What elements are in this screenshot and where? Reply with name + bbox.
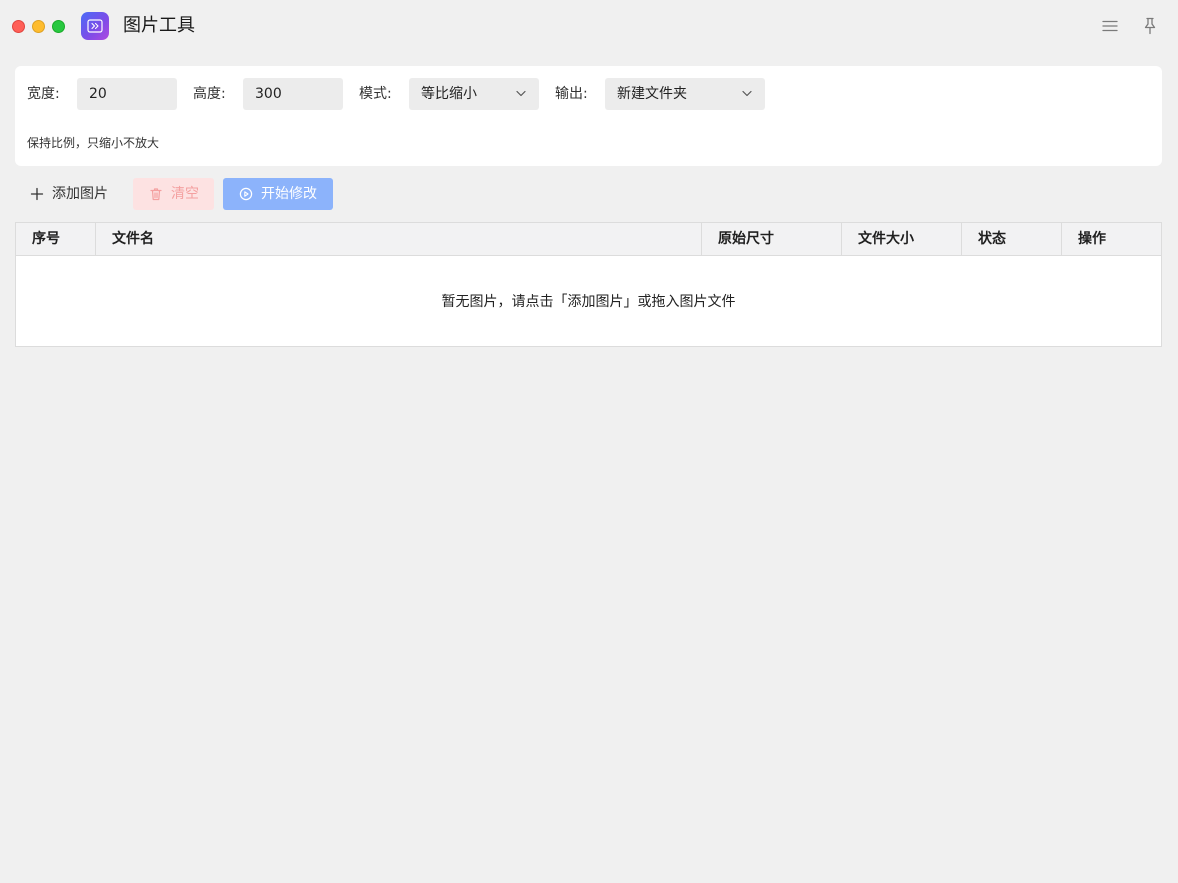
mode-hint-text: 保持比例，只缩小不放大 bbox=[27, 136, 160, 150]
mode-label: 模式: bbox=[359, 86, 392, 102]
height-input[interactable]: 300 bbox=[243, 78, 343, 110]
clear-label: 清空 bbox=[171, 186, 199, 202]
app-logo-icon bbox=[81, 12, 109, 40]
table-header: 序号 文件名 原始尺寸 文件大小 状态 操作 bbox=[16, 223, 1161, 256]
play-circle-icon bbox=[239, 187, 253, 201]
start-modify-button[interactable]: 开始修改 bbox=[223, 178, 333, 210]
close-window-button[interactable] bbox=[12, 20, 25, 33]
chevron-down-icon bbox=[516, 90, 526, 97]
table-empty-state: 暂无图片，请点击「添加图片」或拖入图片文件 bbox=[441, 294, 736, 310]
clear-button[interactable]: 清空 bbox=[133, 178, 214, 210]
image-table: 序号 文件名 原始尺寸 文件大小 状态 操作 暂无图片，请点击「添加图片」或拖入… bbox=[15, 222, 1162, 347]
output-select[interactable]: 新建文件夹 bbox=[605, 78, 765, 110]
output-label: 输出: bbox=[555, 86, 588, 102]
add-image-button[interactable]: 添加图片 bbox=[30, 178, 108, 210]
mode-select-value: 等比缩小 bbox=[421, 86, 477, 102]
width-label: 宽度: bbox=[27, 86, 60, 102]
width-input[interactable]: 20 bbox=[77, 78, 177, 110]
height-label: 高度: bbox=[193, 86, 226, 102]
column-header-filename: 文件名 bbox=[96, 223, 702, 255]
minimize-window-button[interactable] bbox=[32, 20, 45, 33]
trash-icon bbox=[150, 188, 162, 201]
app-title: 图片工具 bbox=[123, 15, 195, 36]
pin-icon[interactable] bbox=[1139, 15, 1161, 37]
column-header-file-size: 文件大小 bbox=[842, 223, 962, 255]
column-header-status: 状态 bbox=[962, 223, 1062, 255]
menu-icon[interactable] bbox=[1099, 15, 1121, 37]
mode-select[interactable]: 等比缩小 bbox=[409, 78, 539, 110]
add-image-label: 添加图片 bbox=[52, 186, 108, 202]
column-header-index: 序号 bbox=[16, 223, 96, 255]
column-header-actions: 操作 bbox=[1078, 231, 1106, 247]
start-modify-label: 开始修改 bbox=[261, 186, 317, 202]
settings-panel: 宽度: 20 高度: 300 模式: 等比缩小 输出: 新建文件夹 保持比例，只… bbox=[15, 66, 1162, 166]
maximize-window-button[interactable] bbox=[52, 20, 65, 33]
app-window: 图片工具 宽度: 20 高度: 300 模式: 等比缩小 输出: 新建文件夹 保… bbox=[0, 0, 1178, 883]
chevron-down-icon bbox=[742, 90, 752, 97]
column-header-original-size: 原始尺寸 bbox=[702, 223, 842, 255]
output-select-value: 新建文件夹 bbox=[617, 86, 687, 102]
plus-icon bbox=[30, 187, 44, 201]
title-bar: 图片工具 bbox=[0, 0, 1178, 54]
